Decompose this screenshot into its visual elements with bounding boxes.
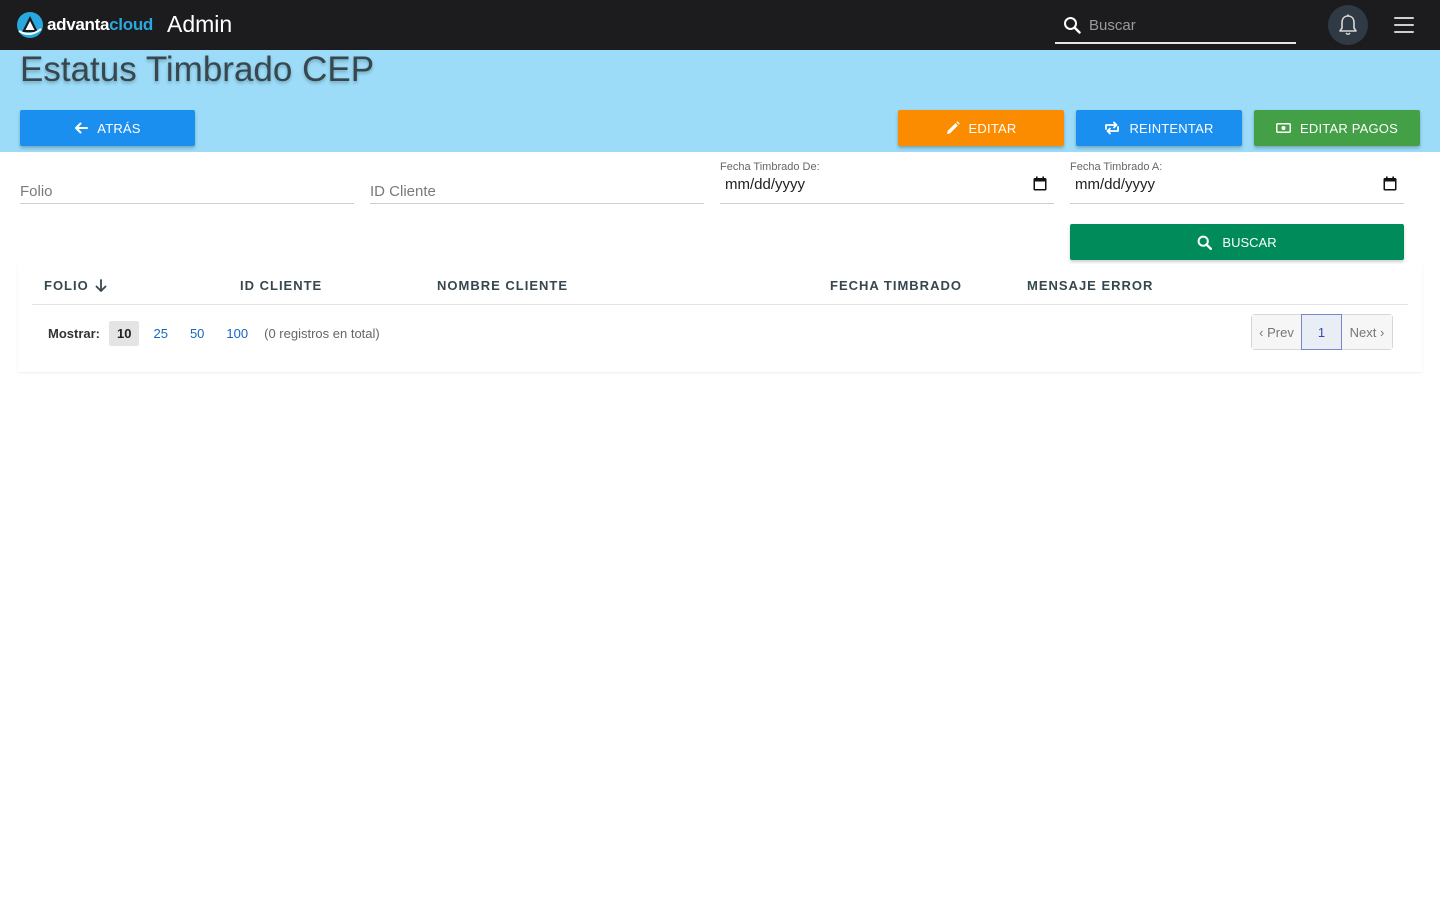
search-button-label: BUSCAR: [1222, 234, 1277, 250]
search-button[interactable]: BUSCAR: [1070, 224, 1404, 260]
fecha-timbrado-a-label: Fecha Timbrado A:: [1070, 161, 1163, 173]
search-icon: [1198, 235, 1213, 250]
column-header-fecha-timbrado[interactable]: FECHA TIMBRADO: [830, 278, 962, 293]
edit-button[interactable]: EDITAR: [898, 110, 1064, 146]
pagination: ‹ Prev 1 Next ›: [1251, 314, 1393, 350]
fecha-timbrado-a-value[interactable]: mm/dd/yyyy: [1075, 176, 1155, 193]
column-header-mensaje-error[interactable]: MENSAJE ERROR: [1027, 278, 1153, 293]
results-table: FOLIO ID CLIENTE NOMBRE CLIENTE FECHA TI…: [18, 264, 1422, 372]
id-cliente-field: [370, 175, 704, 204]
notifications-button[interactable]: [1328, 5, 1368, 45]
logo-icon: [17, 12, 43, 38]
search-icon: [1064, 17, 1081, 34]
global-search: [1055, 6, 1296, 44]
page-size-100[interactable]: 100: [218, 321, 256, 346]
edit-payments-button[interactable]: EDITAR PAGOS: [1254, 110, 1420, 146]
hamburger-menu-icon[interactable]: [1394, 17, 1414, 33]
edit-payments-button-label: EDITAR PAGOS: [1300, 120, 1398, 136]
money-bill-icon: [1276, 123, 1291, 133]
fecha-timbrado-de-field[interactable]: Fecha Timbrado De: mm/dd/yyyy: [720, 161, 1054, 204]
brand-name: advantacloud: [47, 15, 153, 34]
page-size-selector: Mostrar: 10 25 50 100 (0 registros en to…: [48, 318, 380, 348]
fecha-timbrado-de-value[interactable]: mm/dd/yyyy: [725, 176, 805, 193]
search-input[interactable]: [1087, 12, 1291, 38]
retry-button-label: REINTENTAR: [1129, 120, 1214, 136]
page-size-50[interactable]: 50: [182, 321, 212, 346]
sort-arrow-down-icon: [95, 279, 107, 292]
calendar-icon[interactable]: [1383, 176, 1397, 191]
arrow-left-icon: [75, 122, 89, 134]
column-header-nombre-cliente[interactable]: NOMBRE CLIENTE: [437, 278, 568, 293]
fecha-timbrado-a-field[interactable]: Fecha Timbrado A: mm/dd/yyyy: [1070, 161, 1404, 204]
folio-field: [20, 175, 354, 204]
bell-icon: [1339, 14, 1357, 36]
column-header-folio[interactable]: FOLIO: [44, 278, 107, 293]
page-1-button[interactable]: 1: [1301, 314, 1342, 350]
folio-input[interactable]: [20, 183, 354, 200]
fecha-timbrado-de-label: Fecha Timbrado De:: [720, 161, 820, 173]
brand-logo[interactable]: advantacloud: [16, 11, 153, 39]
back-button[interactable]: ATRÁS: [20, 110, 195, 146]
total-records: (0 registros en total): [264, 325, 380, 341]
page-title: Estatus Timbrado CEP: [20, 50, 375, 89]
pencil-icon: [946, 121, 960, 134]
edit-button-label: EDITAR: [968, 120, 1017, 136]
show-label: Mostrar:: [48, 325, 101, 341]
retry-button[interactable]: REINTENTAR: [1076, 110, 1242, 146]
app-title: Admin: [167, 11, 233, 37]
prev-page-button[interactable]: ‹ Prev: [1252, 315, 1301, 349]
column-header-id-cliente[interactable]: ID CLIENTE: [240, 278, 322, 293]
top-navigation-bar: advantacloud Admin: [0, 0, 1440, 50]
page-size-25[interactable]: 25: [145, 321, 175, 346]
id-cliente-input[interactable]: [370, 183, 704, 200]
calendar-icon[interactable]: [1033, 176, 1047, 191]
table-header: FOLIO ID CLIENTE NOMBRE CLIENTE FECHA TI…: [32, 264, 1408, 305]
back-button-label: ATRÁS: [97, 120, 141, 136]
next-page-button[interactable]: Next ›: [1342, 315, 1392, 349]
retry-icon: [1105, 121, 1120, 135]
page-size-10[interactable]: 10: [109, 320, 140, 346]
